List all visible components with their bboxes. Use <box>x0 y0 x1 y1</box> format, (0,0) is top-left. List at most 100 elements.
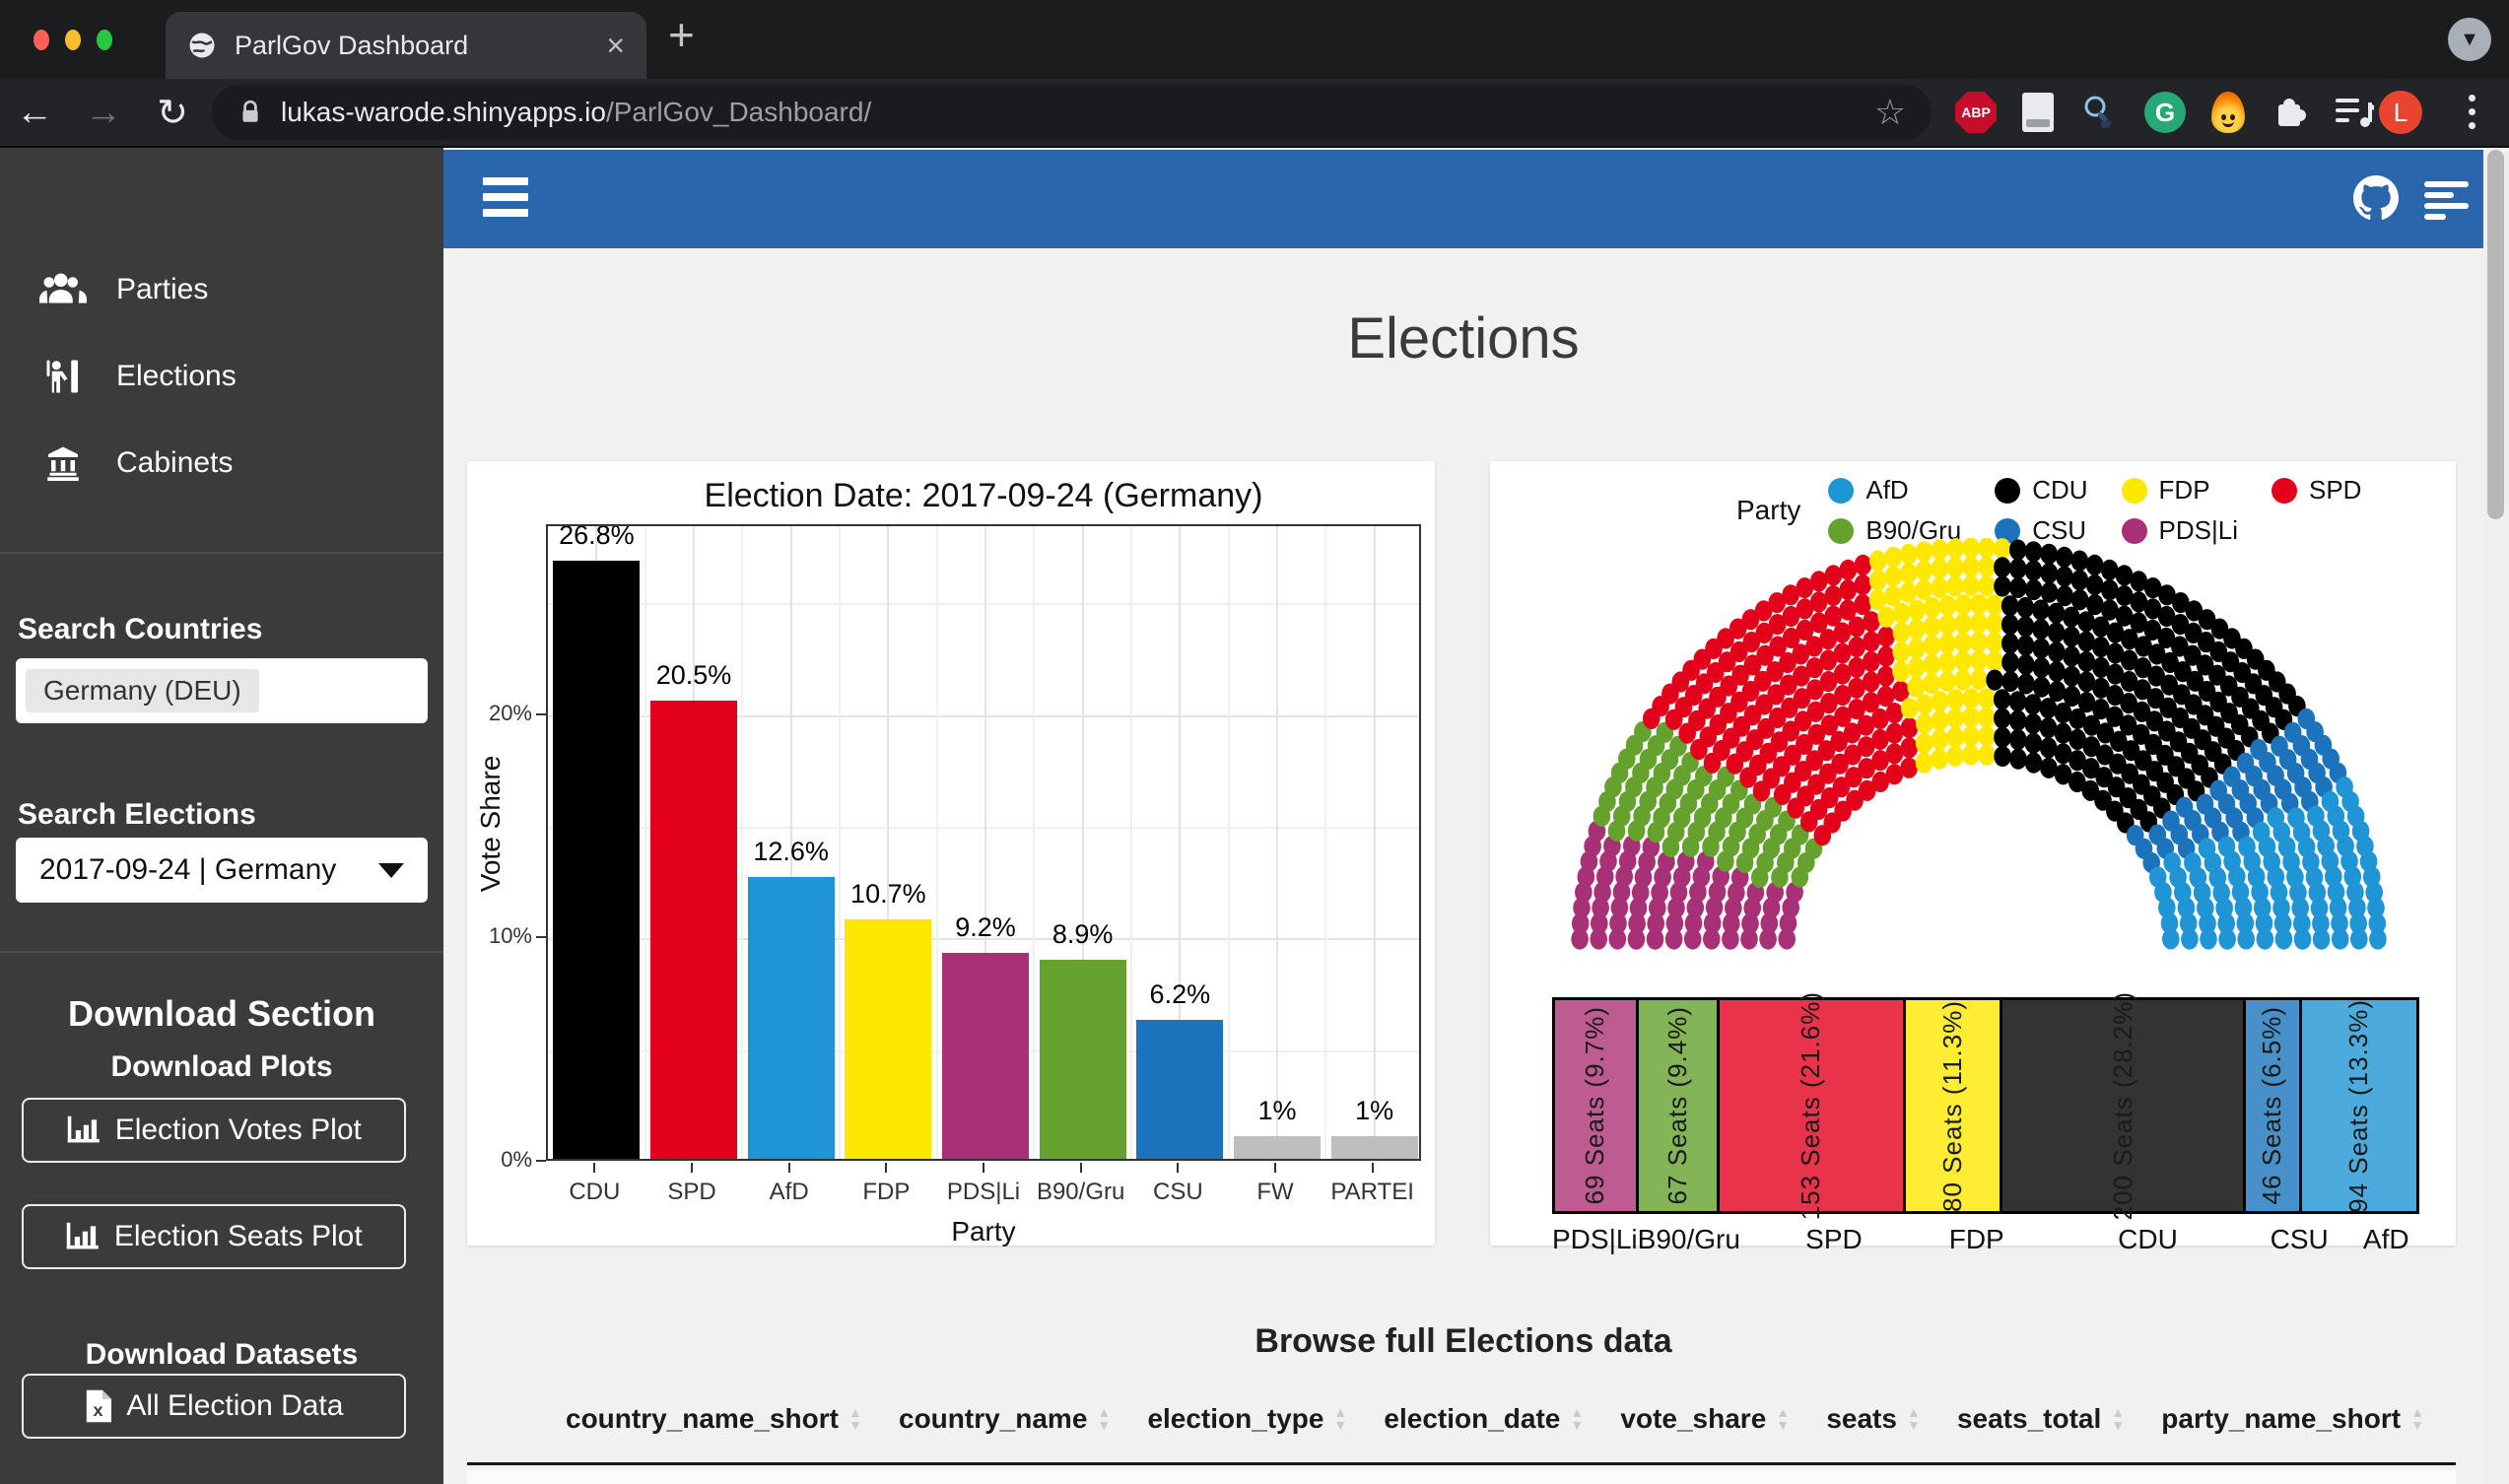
seat-dot <box>1877 666 1895 687</box>
legend-item-AfD: AfD <box>1828 475 1961 506</box>
browser-tab[interactable]: ParlGov Dashboard × <box>166 12 646 79</box>
back-button[interactable]: ← <box>0 92 69 134</box>
column-header-label: election_date <box>1384 1403 1560 1435</box>
sort-icon[interactable]: ▲▼ <box>848 1406 862 1432</box>
y-tick-label: 20% <box>471 701 532 726</box>
column-header-vote_share[interactable]: vote_share ▲▼ <box>1620 1403 1790 1435</box>
adblock-extension-icon[interactable]: ABP <box>1955 92 1997 133</box>
sidebar-item-cabinets[interactable]: Cabinets <box>0 420 443 506</box>
forward-button[interactable]: → <box>69 92 138 134</box>
seat-dot <box>2275 928 2293 949</box>
search-bird-extension-icon[interactable] <box>2079 93 2119 132</box>
seat-dot <box>2218 929 2236 950</box>
seat-dot <box>2041 563 2059 583</box>
column-header-label: seats <box>1826 1403 1897 1435</box>
seat-dot <box>1908 677 1926 698</box>
sort-icon[interactable]: ▲▼ <box>1570 1406 1584 1432</box>
seat-dot <box>2056 566 2073 586</box>
column-header-country_name_short[interactable]: country_name_short▲▼ <box>566 1403 862 1435</box>
minimize-window-button[interactable] <box>65 30 81 50</box>
seat-dot <box>2181 928 2199 949</box>
seat-dot <box>2033 677 2051 698</box>
reload-button[interactable]: ↻ <box>138 91 207 135</box>
seat-dot <box>2009 710 2027 731</box>
seat-dot <box>2032 619 2050 640</box>
flame-extension-icon[interactable] <box>2211 92 2245 133</box>
column-header-seats[interactable]: seats ▲▼ <box>1826 1403 1920 1435</box>
parlgov-app: ParlGov PartiesElectionsCabinets Search … <box>0 148 2509 1484</box>
seat-dot <box>1931 559 1948 579</box>
sidebar-toggle-icon[interactable] <box>483 177 528 217</box>
url-bar[interactable]: lukas-warode.shinyapps.io/ParlGov_Dashbo… <box>212 85 1932 140</box>
sort-icon[interactable]: ▲▼ <box>2410 1406 2424 1432</box>
seat-dot <box>1978 688 1996 708</box>
sidebar-item-elections[interactable]: Elections <box>0 333 443 420</box>
page-scrollbar[interactable] <box>2483 148 2509 1484</box>
x-tick-mark <box>788 1163 790 1173</box>
maximize-window-button[interactable] <box>97 30 112 50</box>
browser-menu-icon[interactable] <box>2469 95 2475 129</box>
seats-stacked-bar-labels: PDS|LiB90/GruSPDFDPCDUCSUAfD <box>1552 1224 2419 1255</box>
bar-value-label: 20.5% <box>625 660 763 691</box>
votes-chart-title: Election Date: 2017-09-24 (Germany) <box>546 477 1421 515</box>
document-extension-icon[interactable] <box>2022 93 2054 132</box>
controlbar-toggle-icon[interactable] <box>2424 181 2469 220</box>
seat-dot <box>2001 634 2019 654</box>
seat-dot <box>1877 627 1895 647</box>
seat-dot <box>2369 928 2387 949</box>
seat-dot <box>1946 538 1964 559</box>
stack-party-label: CDU <box>2025 1224 2270 1255</box>
seat-dot <box>1900 758 1918 778</box>
new-tab-button[interactable]: + <box>668 8 695 61</box>
grammarly-extension-icon[interactable]: G <box>2144 92 2186 133</box>
sort-icon[interactable]: ▲▼ <box>1333 1406 1347 1432</box>
seat-dot <box>2009 749 2027 770</box>
column-header-seats_total[interactable]: seats_total▲▼ <box>1957 1403 2125 1435</box>
seat-dot <box>1892 641 1910 662</box>
seat-dot <box>1863 651 1880 672</box>
scrollbar-thumb[interactable] <box>2487 150 2504 519</box>
close-window-button[interactable] <box>34 30 49 50</box>
country-tag[interactable]: Germany (DEU) <box>26 669 259 712</box>
lock-icon <box>237 100 263 125</box>
seat-dot <box>1978 557 1996 577</box>
stack-segment-FDP: 80 Seats (11.3%) <box>1906 1000 2003 1211</box>
seat-dot <box>1916 733 1933 754</box>
tab-search-button[interactable]: ▼ <box>2448 18 2491 61</box>
column-header-election_date[interactable]: election_date ▲▼ <box>1384 1403 1584 1435</box>
seat-dot <box>2071 551 2089 572</box>
legend-label: CDU <box>2032 475 2087 506</box>
extensions-puzzle-icon[interactable] <box>2271 93 2310 132</box>
column-header-election_type[interactable]: election_type▲▼ <box>1147 1403 1347 1435</box>
seat-dot <box>2025 541 2043 562</box>
media-queue-icon[interactable] <box>2336 96 2375 129</box>
bookmark-star-icon[interactable]: ☆ <box>1874 92 1906 133</box>
close-tab-icon[interactable]: × <box>606 28 625 64</box>
svg-text:x: x <box>93 1400 102 1420</box>
column-header-party_name_short[interactable]: party_name_short▲▼ <box>2161 1403 2424 1435</box>
seat-dot <box>1900 563 1918 583</box>
election-select[interactable]: 2017-09-24 | Germany <box>16 838 428 903</box>
seat-dot <box>2237 928 2255 949</box>
country-search-input[interactable]: Germany (DEU) <box>16 658 428 723</box>
sort-icon[interactable]: ▲▼ <box>1776 1406 1790 1432</box>
github-icon[interactable] <box>2353 175 2399 221</box>
column-header-label: vote_share <box>1620 1403 1766 1435</box>
sort-icon[interactable]: ▲▼ <box>1097 1406 1111 1432</box>
seat-dot <box>2009 559 2027 579</box>
sort-icon[interactable]: ▲▼ <box>2111 1406 2125 1432</box>
election-votes-plot-button[interactable]: Election Votes Plot <box>22 1098 406 1163</box>
sidebar-item-parties[interactable]: Parties <box>0 246 443 333</box>
all-election-data-button[interactable]: x All Election Data <box>22 1374 406 1439</box>
seat-dot <box>2071 589 2089 610</box>
bar-chart-icon <box>65 1221 101 1252</box>
column-header-country_name[interactable]: country_name▲▼ <box>899 1403 1111 1435</box>
sort-icon[interactable]: ▲▼ <box>1907 1406 1921 1432</box>
window-controls[interactable] <box>34 30 112 50</box>
browser-chrome: ParlGov Dashboard × + ▼ ← → ↻ lukas-waro… <box>0 0 2509 148</box>
election-seats-plot-button[interactable]: Election Seats Plot <box>22 1204 406 1269</box>
seats-stacked-bar: 69 Seats (9.7%)67 Seats (9.4%)153 Seats … <box>1552 997 2419 1214</box>
profile-avatar[interactable]: L <box>2379 91 2422 134</box>
seat-dot <box>2049 681 2067 702</box>
seat-dot <box>1946 708 1964 728</box>
